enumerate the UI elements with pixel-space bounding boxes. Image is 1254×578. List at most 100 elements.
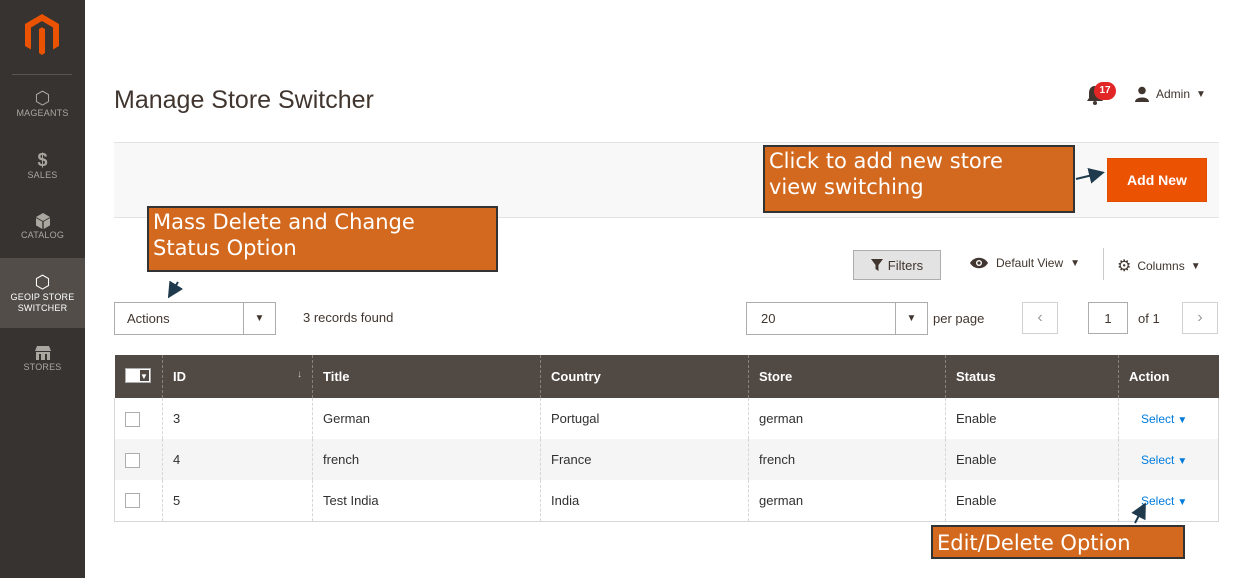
cell-id: 4 — [162, 439, 313, 480]
sidebar-item-label: STORES — [23, 362, 62, 372]
annotation-line: view switching — [769, 175, 924, 199]
cell-status: Enable — [945, 480, 1119, 522]
eye-icon — [970, 257, 988, 269]
hexagon-icon: ⬡ — [34, 88, 51, 108]
chevron-down-icon: ▼ — [895, 303, 927, 334]
per-page-value: 20 — [761, 311, 776, 326]
store-switcher-grid: ▼ ID ↓ Title Country Store Status Action… — [114, 355, 1219, 522]
cell-country: India — [540, 480, 749, 522]
gear-icon: ⚙ — [1117, 258, 1132, 275]
cell-title: french — [312, 439, 541, 480]
add-new-button[interactable]: Add New — [1107, 158, 1207, 202]
magento-logo-icon[interactable] — [22, 12, 62, 56]
annotation-line: Mass Delete and Change — [153, 210, 415, 234]
per-page-select[interactable]: 20 ▼ — [746, 302, 928, 335]
cell-store: german — [748, 480, 946, 522]
admin-user-menu[interactable]: Admin ▼ — [1134, 86, 1206, 102]
cell-status: Enable — [945, 439, 1119, 480]
per-page-label: per page — [933, 311, 985, 326]
cell-country: Portugal — [540, 398, 749, 439]
sidebar-item-stores[interactable]: STORES — [0, 342, 85, 382]
cell-action: Select ▼ — [1118, 439, 1219, 480]
column-header-store[interactable]: Store — [748, 355, 946, 398]
column-header-action: Action — [1118, 355, 1219, 398]
cell-status: Enable — [945, 398, 1119, 439]
sidebar-item-sales[interactable]: $ SALES — [0, 150, 85, 200]
sidebar-item-label: CATALOG — [20, 230, 65, 240]
row-action-select[interactable]: Select ▼ — [1141, 453, 1187, 467]
next-page-button[interactable]: › — [1182, 302, 1218, 334]
grid-header-row: ▼ ID ↓ Title Country Store Status Action — [114, 355, 1219, 398]
sidebar-item-mageants[interactable]: ⬡ MAGEANTS — [0, 88, 85, 138]
cell-action: Select ▼ — [1118, 398, 1219, 439]
chevron-left-icon: ‹ — [1037, 309, 1043, 326]
mass-actions-label: Actions — [127, 311, 170, 326]
hexagon-icon: ⬡ — [34, 272, 51, 292]
default-view-label: Default View — [996, 256, 1064, 270]
column-header-country[interactable]: Country — [540, 355, 749, 398]
sidebar-item-label: MAGEANTS — [16, 108, 69, 118]
cell-country: France — [540, 439, 749, 480]
caret-down-icon: ▼ — [1177, 496, 1188, 508]
filters-button[interactable]: Filters — [853, 250, 941, 280]
caret-down-icon: ▼ — [1196, 88, 1206, 100]
column-header-id[interactable]: ID ↓ — [162, 355, 313, 398]
row-checkbox[interactable] — [125, 493, 140, 509]
user-icon — [1135, 86, 1149, 102]
caret-down-icon: ▼ — [1190, 260, 1201, 272]
column-header-title[interactable]: Title — [312, 355, 541, 398]
chevron-right-icon: › — [1197, 309, 1203, 326]
filters-label: Filters — [887, 257, 924, 273]
column-header-status[interactable]: Status — [945, 355, 1119, 398]
cell-title: Test India — [312, 480, 541, 522]
current-page-input[interactable] — [1088, 302, 1128, 334]
cell-store: french — [748, 439, 946, 480]
row-checkbox[interactable] — [125, 452, 140, 468]
admin-sidebar: ⬡ MAGEANTS $ SALES CATALOG ⬡ GEOIP STORE… — [0, 0, 85, 578]
cell-action: Select ▼ — [1118, 480, 1219, 522]
table-row: 5 Test India India german Enable Select ▼ — [114, 480, 1219, 522]
row-action-select[interactable]: Select ▼ — [1141, 412, 1187, 426]
admin-user-label: Admin — [1156, 87, 1191, 101]
column-header-label: ID — [173, 369, 186, 384]
caret-down-icon: ▼ — [1177, 415, 1188, 426]
row-action-label: Select — [1141, 453, 1175, 467]
arrow-to-mass-actions — [167, 280, 184, 299]
annotation-edit-delete: Edit/Delete Option — [931, 525, 1185, 559]
sidebar-item-geoip-store-switcher[interactable]: ⬡ GEOIP STORE SWITCHER — [0, 258, 85, 328]
row-select-cell — [114, 398, 163, 439]
annotation-add-new: Click to add new store view switching — [763, 145, 1075, 213]
annotation-line: Click to add new store — [769, 149, 1003, 173]
cube-icon — [0, 210, 85, 230]
caret-down-icon: ▼ — [1070, 257, 1081, 269]
sidebar-divider — [12, 74, 72, 75]
row-select-cell — [114, 480, 163, 522]
annotation-mass-actions: Mass Delete and Change Status Option — [147, 206, 498, 272]
total-pages-label: of 1 — [1138, 311, 1160, 326]
table-row: 3 German Portugal german Enable Select ▼ — [114, 398, 1219, 439]
cell-title: German — [312, 398, 541, 439]
cell-store: german — [748, 398, 946, 439]
row-checkbox[interactable] — [125, 411, 140, 427]
sidebar-item-catalog[interactable]: CATALOG — [0, 210, 85, 260]
table-row: 4 french France french Enable Select ▼ — [114, 439, 1219, 480]
dollar-icon: $ — [37, 150, 48, 170]
mass-actions-select[interactable]: Actions ▼ — [114, 302, 276, 335]
sort-arrow-icon: ↓ — [297, 369, 302, 380]
sidebar-item-label: SWITCHER — [17, 303, 68, 313]
sidebar-item-label: SALES — [27, 170, 58, 180]
columns-dropdown[interactable]: ⚙ Columns ▼ — [1117, 256, 1201, 276]
caret-down-icon: ▼ — [1177, 456, 1188, 467]
notification-count-badge[interactable]: 17 — [1094, 82, 1116, 100]
default-view-dropdown[interactable]: Default View ▼ — [969, 256, 1080, 270]
row-action-select[interactable]: Select ▼ — [1141, 494, 1187, 508]
row-action-label: Select — [1141, 493, 1175, 508]
toolbar-divider — [1103, 248, 1104, 280]
previous-page-button[interactable]: ‹ — [1022, 302, 1058, 334]
mass-select-checkbox[interactable]: ▼ — [124, 368, 151, 383]
annotation-line: Status Option — [153, 236, 297, 260]
sidebar-item-label: GEOIP STORE — [10, 292, 75, 302]
page-title: Manage Store Switcher — [114, 86, 374, 114]
caret-down-icon: ▼ — [138, 369, 150, 382]
mass-select-header[interactable]: ▼ — [114, 355, 163, 398]
